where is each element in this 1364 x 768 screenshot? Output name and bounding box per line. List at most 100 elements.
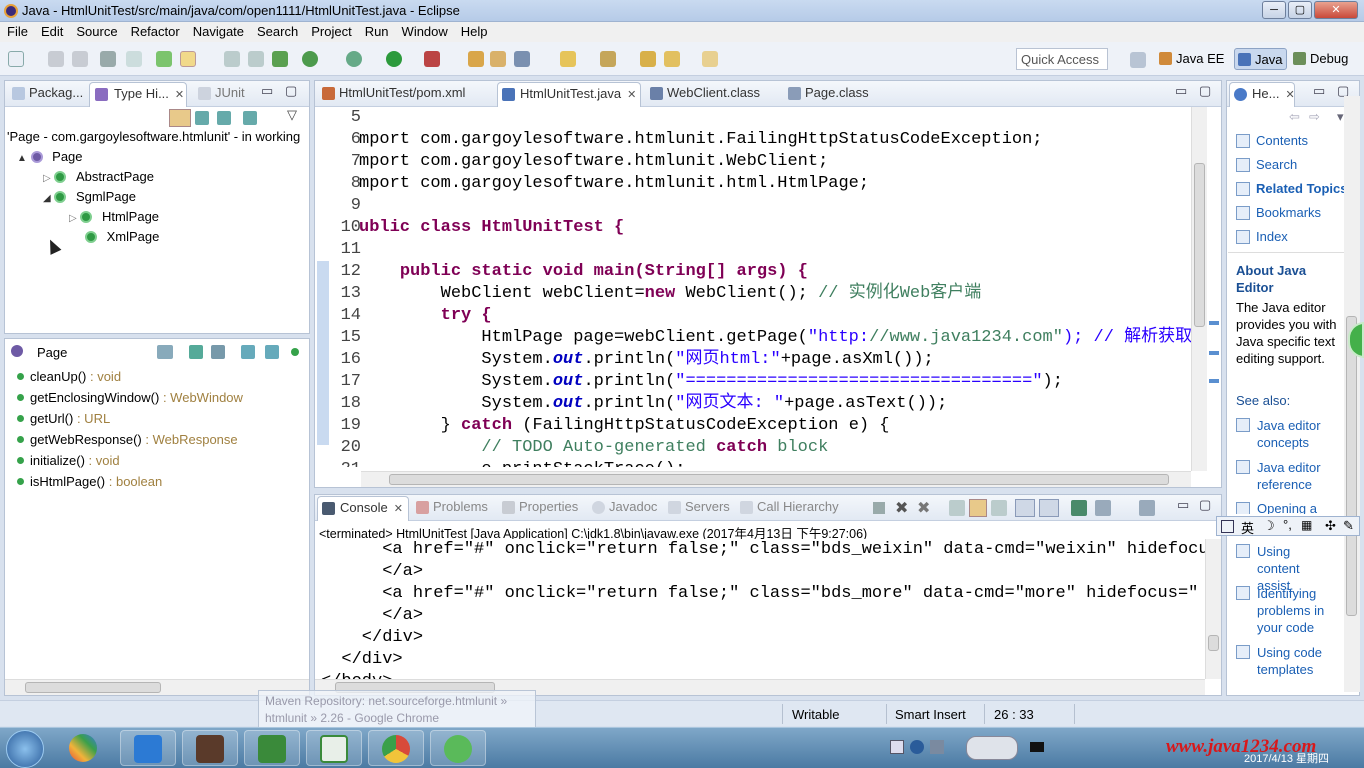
- method-item[interactable]: isHtmlPage() : boolean: [17, 474, 162, 489]
- debug-run-icon[interactable]: [156, 51, 172, 67]
- help-see-link-clipped[interactable]: Opening a: [1228, 500, 1356, 514]
- close-icon[interactable]: ✕: [1285, 89, 1294, 101]
- show-inherited-icon[interactable]: [189, 345, 203, 359]
- help-see-link[interactable]: Using code templates: [1236, 644, 1336, 678]
- word-wrap-icon[interactable]: [991, 500, 1007, 516]
- search-tool-icon[interactable]: [514, 51, 530, 67]
- back-icon[interactable]: [664, 51, 680, 67]
- ime-mode-icon[interactable]: [1221, 520, 1234, 533]
- start-button[interactable]: [6, 730, 44, 768]
- terminate-icon[interactable]: [873, 502, 885, 514]
- back-arrow-icon[interactable]: ⇦: [1289, 109, 1300, 125]
- tray-toggle[interactable]: [966, 736, 1018, 760]
- scrollbar-thumb[interactable]: [1346, 316, 1357, 616]
- display-console-icon[interactable]: [1095, 500, 1111, 516]
- new-package-icon[interactable]: [468, 51, 484, 67]
- menu-project[interactable]: Project: [304, 22, 357, 39]
- method-item[interactable]: getUrl() : URL: [17, 411, 110, 426]
- editor-horizontal-scrollbar[interactable]: [361, 471, 1191, 487]
- menu-run[interactable]: Run: [358, 22, 395, 39]
- menu-navigate[interactable]: Navigate: [186, 22, 250, 39]
- tree-item-xmlpage[interactable]: XmlPage: [85, 229, 159, 244]
- method-item[interactable]: cleanUp() : void: [17, 369, 121, 384]
- hide-fields-icon[interactable]: [241, 345, 255, 359]
- clear-console-icon[interactable]: [949, 500, 965, 516]
- menu-refactor[interactable]: Refactor: [124, 22, 186, 39]
- show-stderr-icon[interactable]: [1039, 499, 1059, 517]
- scrollbar-thumb[interactable]: [1194, 163, 1205, 327]
- ime-punct-icon[interactable]: °,: [1283, 517, 1292, 532]
- menu-edit[interactable]: Edit: [34, 22, 69, 39]
- print-icon[interactable]: [100, 51, 116, 67]
- console-vertical-scrollbar[interactable]: [1205, 539, 1221, 679]
- tab-problems[interactable]: Problems: [415, 499, 488, 514]
- overview-marker[interactable]: [1209, 321, 1219, 325]
- taskbar-app[interactable]: [56, 730, 112, 766]
- method-item[interactable]: initialize() : void: [17, 453, 120, 468]
- perspective-java-ee[interactable]: Java EE: [1156, 48, 1228, 70]
- ime-keyboard-icon[interactable]: ▦: [1301, 518, 1312, 532]
- forward-icon[interactable]: [702, 51, 718, 67]
- editor-vertical-scrollbar[interactable]: [1191, 107, 1207, 471]
- tray-icon[interactable]: [890, 740, 904, 754]
- tab-javadoc[interactable]: Javadoc: [591, 499, 657, 514]
- skip-breakpoints-icon[interactable]: [126, 51, 142, 67]
- taskbar-app[interactable]: [120, 730, 176, 766]
- tab-pom-xml[interactable]: HtmlUnitTest/pom.xml: [321, 85, 465, 100]
- tree-item-htmlpage[interactable]: ▷ HtmlPage: [69, 209, 159, 224]
- remove-all-icon[interactable]: ✖: [917, 498, 930, 518]
- ime-language[interactable]: 英: [1241, 518, 1254, 537]
- help-vertical-scrollbar[interactable]: [1344, 96, 1360, 692]
- ime-moon-icon[interactable]: ☽: [1263, 518, 1275, 534]
- perspective-java[interactable]: Java: [1234, 48, 1288, 70]
- format-icon[interactable]: [248, 51, 264, 67]
- minimize-view-icon[interactable]: ▭: [1313, 83, 1325, 99]
- tab-webclient-class[interactable]: WebClient.class: [649, 85, 760, 100]
- prev-annotation-icon[interactable]: [600, 51, 616, 67]
- show-subtype-icon[interactable]: [217, 111, 231, 125]
- run-icon[interactable]: [386, 51, 402, 67]
- help-menu-icon[interactable]: ▾: [1337, 109, 1344, 125]
- minimize-view-icon[interactable]: ▭: [261, 83, 273, 99]
- tab-servers[interactable]: Servers: [667, 499, 730, 514]
- perspective-debug[interactable]: Debug: [1290, 48, 1352, 70]
- remove-launch-icon[interactable]: ✖: [895, 498, 908, 518]
- tab-htmlunittest-java[interactable]: HtmlUnitTest.java ✕: [497, 82, 641, 107]
- tab-package-explorer[interactable]: Packag...: [11, 85, 83, 100]
- help-link-contents[interactable]: Contents: [1236, 133, 1308, 148]
- maximize-view-icon[interactable]: ▢: [285, 83, 297, 99]
- scrollbar-thumb[interactable]: [389, 474, 1169, 485]
- help-see-link[interactable]: Java editor concepts: [1236, 417, 1336, 451]
- tree-item-abstractpage[interactable]: ▷ AbstractPage: [43, 169, 154, 184]
- quick-access-input[interactable]: Quick Access: [1016, 48, 1108, 70]
- sort-icon[interactable]: [211, 345, 225, 359]
- hide-nonpublic-icon[interactable]: [291, 348, 299, 356]
- maximize-button[interactable]: ▢: [1288, 1, 1312, 19]
- outline-icon[interactable]: [224, 51, 240, 67]
- help-see-link[interactable]: Java editor reference: [1236, 459, 1336, 493]
- minimize-view-icon[interactable]: ▭: [1175, 83, 1187, 99]
- overview-marker[interactable]: [1209, 379, 1219, 383]
- ime-setting-icon[interactable]: ✣: [1325, 518, 1336, 534]
- taskbar-app[interactable]: [182, 730, 238, 766]
- show-type-hierarchy-icon[interactable]: [169, 109, 191, 127]
- tab-page-class[interactable]: Page.class: [787, 85, 869, 100]
- refresh-icon[interactable]: [272, 51, 288, 67]
- overview-marker[interactable]: [1209, 351, 1219, 355]
- save-icon[interactable]: [48, 51, 64, 67]
- tab-console[interactable]: Console ✕: [317, 496, 409, 521]
- menu-search[interactable]: Search: [250, 22, 304, 39]
- last-edit-icon[interactable]: [640, 51, 656, 67]
- scrollbar-thumb[interactable]: [25, 682, 161, 693]
- help-see-link[interactable]: Identifying problems in your code: [1236, 585, 1336, 636]
- code-view[interactable]: 5 6 mport com.gargoylesoftware.htmlunit.F…: [315, 107, 1191, 467]
- tab-properties[interactable]: Properties: [501, 499, 578, 514]
- tab-call-hierarchy[interactable]: Call Hierarchy: [739, 499, 839, 514]
- tree-item-page[interactable]: ▲ Page: [17, 149, 83, 164]
- show-supertype-icon[interactable]: [195, 111, 209, 125]
- ime-wrench-icon[interactable]: ✎: [1343, 518, 1354, 534]
- menu-source[interactable]: Source: [69, 22, 123, 39]
- tray-network-icon[interactable]: [930, 740, 944, 754]
- forward-arrow-icon[interactable]: ⇨: [1309, 109, 1320, 125]
- tray-help-icon[interactable]: [910, 740, 924, 754]
